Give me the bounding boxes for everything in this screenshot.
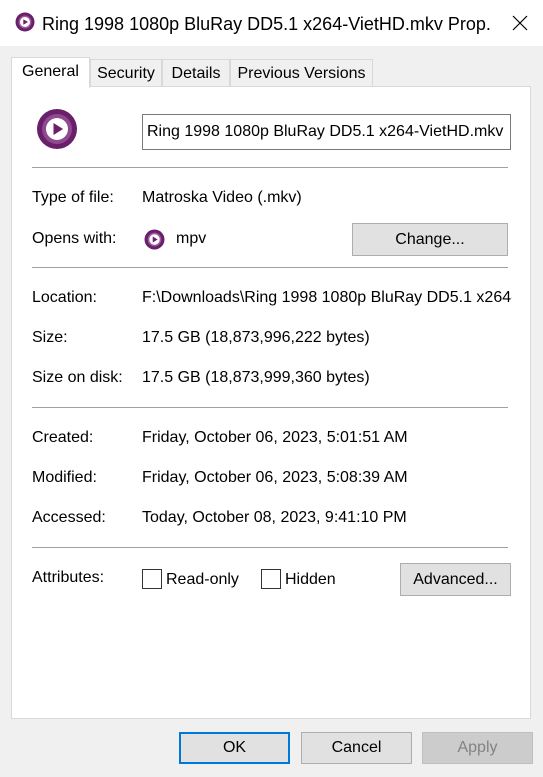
general-panel [11,86,531,719]
hidden-label[interactable]: Hidden [285,570,336,590]
accessed-label: Accessed: [32,509,106,526]
created-value: Friday, October 06, 2023, 5:01:51 AM [142,429,408,446]
size-on-disk-label: Size on disk: [32,369,123,386]
size-on-disk-value: 17.5 GB (18,873,999,360 bytes) [142,369,370,386]
ok-button[interactable]: OK [179,732,290,764]
opens-with-label: Opens with: [32,230,117,247]
readonly-checkbox[interactable] [142,569,162,589]
hidden-checkbox[interactable] [261,569,281,589]
location-label: Location: [32,289,97,306]
size-label: Size: [32,329,68,346]
apply-button[interactable]: Apply [422,732,533,764]
attributes-label: Attributes: [32,569,105,586]
separator [32,547,508,548]
tab-previous-versions[interactable]: Previous Versions [230,59,373,87]
tab-details[interactable]: Details [162,59,230,87]
type-value: Matroska Video (.mkv) [142,189,302,206]
opens-with-app: mpv [176,230,207,247]
size-value: 17.5 GB (18,873,996,222 bytes) [142,329,370,346]
file-name-input[interactable]: Ring 1998 1080p BluRay DD5.1 x264-VietHD… [142,114,511,150]
title-bar[interactable]: Ring 1998 1080p BluRay DD5.1 x264-VietHD… [0,0,543,46]
change-button[interactable]: Change... [352,223,508,256]
tab-security[interactable]: Security [90,59,162,87]
close-icon [512,15,527,31]
created-label: Created: [32,429,94,446]
modified-value: Friday, October 06, 2023, 5:08:39 AM [142,469,408,486]
advanced-button[interactable]: Advanced... [400,563,511,596]
mpv-app-icon [15,12,35,32]
accessed-value: Today, October 08, 2023, 9:41:10 PM [142,509,407,526]
separator [32,407,508,408]
properties-dialog: Ring 1998 1080p BluRay DD5.1 x264-VietHD… [0,0,543,777]
type-label: Type of file: [32,189,114,206]
separator [32,267,508,268]
separator [32,167,508,168]
window-title: Ring 1998 1080p BluRay DD5.1 x264-VietHD… [42,14,492,34]
mpv-small-icon [144,229,165,250]
close-button[interactable] [496,0,543,46]
cancel-button[interactable]: Cancel [301,732,412,764]
mpv-play-icon [37,109,77,149]
modified-label: Modified: [32,469,97,486]
location-value[interactable]: F:\Downloads\Ring 1998 1080p BluRay DD5.… [142,288,512,308]
tab-general[interactable]: General [11,57,90,88]
readonly-label[interactable]: Read-only [166,570,239,590]
